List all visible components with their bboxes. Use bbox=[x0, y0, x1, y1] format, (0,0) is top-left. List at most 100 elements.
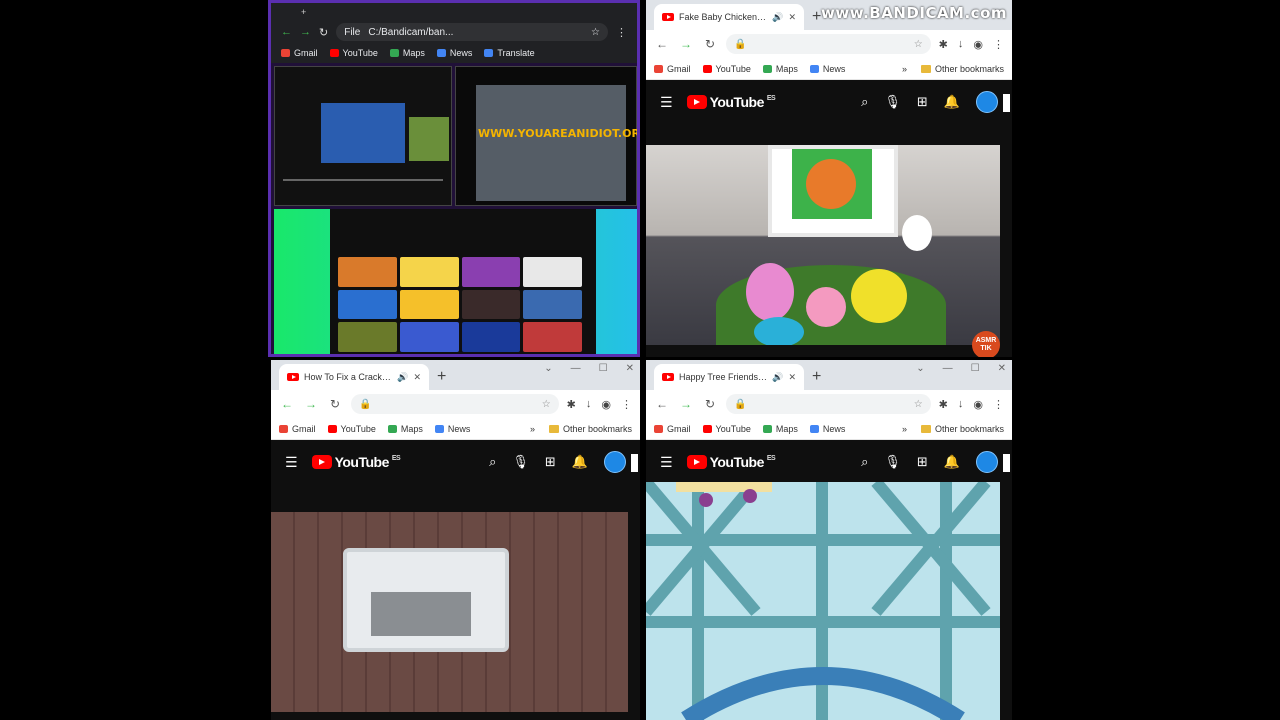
download-icon[interactable]: ↓ bbox=[958, 398, 964, 411]
star-icon[interactable]: ☆ bbox=[914, 399, 923, 410]
profile-icon[interactable]: ◉ bbox=[973, 38, 983, 51]
close-window-icon[interactable]: ✕ bbox=[998, 363, 1006, 374]
bookmark-news[interactable]: News bbox=[436, 48, 472, 58]
close-tab-icon[interactable]: ✕ bbox=[788, 12, 796, 23]
bookmark-youtube[interactable]: YouTube bbox=[702, 64, 751, 74]
other-bookmarks[interactable]: Other bookmarks bbox=[920, 424, 1004, 434]
bookmark-youtube[interactable]: YouTube bbox=[327, 424, 376, 434]
youtube-logo[interactable]: YouTube ES bbox=[686, 454, 776, 470]
mic-icon[interactable]: 🎙 bbox=[884, 454, 901, 470]
menu-icon[interactable]: ⋮ bbox=[993, 398, 1004, 411]
bookmark-gmail[interactable]: Gmail bbox=[281, 48, 318, 58]
reload-icon[interactable]: ↻ bbox=[702, 397, 718, 411]
reload-icon[interactable]: ↻ bbox=[327, 397, 343, 411]
bookmark-news[interactable]: News bbox=[809, 424, 845, 434]
close-tab-icon[interactable]: ✕ bbox=[413, 372, 421, 383]
tab-search-icon[interactable]: ⌄ bbox=[544, 363, 552, 374]
other-bookmarks[interactable]: Other bookmarks bbox=[548, 424, 632, 434]
maximize-icon[interactable]: ☐ bbox=[599, 363, 608, 374]
new-tab-button[interactable]: + bbox=[301, 7, 306, 17]
bookmark-maps[interactable]: Maps bbox=[762, 64, 798, 74]
bookmark-news[interactable]: News bbox=[809, 64, 845, 74]
scrollbar[interactable] bbox=[631, 454, 638, 472]
bell-icon[interactable]: 🔔 bbox=[944, 454, 960, 470]
avatar[interactable] bbox=[604, 451, 626, 473]
star-icon[interactable]: ☆ bbox=[542, 399, 551, 410]
mic-icon[interactable]: 🎙 bbox=[884, 94, 901, 110]
create-icon[interactable]: ⊞ bbox=[545, 454, 556, 470]
create-icon[interactable]: ⊞ bbox=[917, 454, 928, 470]
forward-icon[interactable]: → bbox=[303, 397, 319, 411]
thumbnail[interactable] bbox=[399, 257, 459, 287]
more-bookmarks-icon[interactable]: » bbox=[902, 424, 907, 434]
thumbnail[interactable] bbox=[399, 289, 459, 320]
scrollbar[interactable] bbox=[1003, 94, 1010, 112]
scrollbar[interactable] bbox=[1003, 454, 1010, 472]
browser-tab[interactable]: Happy Tree Friends - One F 🔊 ✕ bbox=[654, 364, 804, 390]
video-player[interactable] bbox=[271, 512, 628, 712]
video-player[interactable] bbox=[646, 482, 1000, 720]
bookmark-maps[interactable]: Maps bbox=[389, 48, 425, 58]
bookmark-gmail[interactable]: Gmail bbox=[654, 424, 691, 434]
progress-bar[interactable] bbox=[283, 179, 443, 181]
bookmark-gmail[interactable]: Gmail bbox=[279, 424, 316, 434]
create-icon[interactable]: ⊞ bbox=[917, 94, 928, 110]
youtube-logo[interactable]: YouTube ES bbox=[311, 454, 401, 470]
reload-icon[interactable]: ↻ bbox=[702, 37, 718, 51]
menu-icon[interactable]: ⋮ bbox=[616, 26, 627, 39]
thumbnail[interactable] bbox=[523, 322, 582, 352]
back-icon[interactable]: ← bbox=[279, 397, 295, 411]
bookmark-translate[interactable]: Translate bbox=[484, 48, 535, 58]
bookmark-youtube[interactable]: YouTube bbox=[329, 48, 378, 58]
bookmark-youtube[interactable]: YouTube bbox=[702, 424, 751, 434]
download-icon[interactable]: ↓ bbox=[586, 398, 592, 411]
star-icon[interactable]: ☆ bbox=[591, 27, 600, 38]
extensions-icon[interactable]: ✱ bbox=[567, 398, 576, 411]
search-icon[interactable]: ⌕ bbox=[861, 454, 868, 470]
search-icon[interactable]: ⌕ bbox=[489, 454, 496, 470]
address-bar[interactable]: 🔒 ☆ bbox=[351, 394, 559, 414]
more-bookmarks-icon[interactable]: » bbox=[530, 424, 535, 434]
other-bookmarks[interactable]: Other bookmarks bbox=[920, 64, 1004, 74]
thumbnail[interactable] bbox=[523, 257, 582, 287]
speaker-icon[interactable]: 🔊 bbox=[772, 12, 783, 23]
download-icon[interactable]: ↓ bbox=[958, 38, 964, 51]
extensions-icon[interactable]: ✱ bbox=[939, 38, 948, 51]
youtube-logo[interactable]: YouTube ES bbox=[686, 94, 776, 110]
new-tab-button[interactable]: + bbox=[812, 364, 821, 390]
more-bookmarks-icon[interactable]: » bbox=[902, 64, 907, 74]
speaker-icon[interactable]: 🔊 bbox=[772, 372, 783, 383]
bookmark-maps[interactable]: Maps bbox=[387, 424, 423, 434]
address-bar[interactable]: 🔒 ☆ bbox=[726, 394, 931, 414]
bookmark-maps[interactable]: Maps bbox=[762, 424, 798, 434]
star-icon[interactable]: ☆ bbox=[914, 39, 923, 50]
hamburger-icon[interactable]: ☰ bbox=[285, 454, 298, 471]
thumbnail[interactable] bbox=[338, 322, 397, 352]
back-icon[interactable]: ← bbox=[654, 37, 670, 51]
profile-icon[interactable]: ◉ bbox=[973, 398, 983, 411]
bell-icon[interactable]: 🔔 bbox=[572, 454, 588, 470]
channel-badge[interactable]: ASMR TIK bbox=[972, 331, 1000, 357]
search-icon[interactable]: ⌕ bbox=[861, 94, 868, 110]
menu-icon[interactable]: ⋮ bbox=[993, 38, 1004, 51]
mic-icon[interactable]: 🎙 bbox=[512, 454, 529, 470]
thumbnail[interactable] bbox=[338, 289, 397, 320]
new-tab-button[interactable]: + bbox=[437, 364, 446, 390]
minimize-icon[interactable]: — bbox=[943, 363, 953, 374]
bell-icon[interactable]: 🔔 bbox=[944, 94, 960, 110]
close-tab-icon[interactable]: ✕ bbox=[788, 372, 796, 383]
thumbnail[interactable] bbox=[523, 289, 582, 320]
profile-icon[interactable]: ◉ bbox=[601, 398, 611, 411]
thumbnail[interactable] bbox=[338, 257, 397, 287]
thumbnail[interactable] bbox=[399, 322, 459, 352]
forward-icon[interactable]: → bbox=[678, 37, 694, 51]
back-icon[interactable]: ← bbox=[654, 397, 670, 411]
address-bar[interactable]: 🔒 ☆ bbox=[726, 34, 931, 54]
bookmark-news[interactable]: News bbox=[434, 424, 470, 434]
bookmark-gmail[interactable]: Gmail bbox=[654, 64, 691, 74]
maximize-icon[interactable]: ☐ bbox=[971, 363, 980, 374]
address-bar[interactable]: File C:/Bandicam/ban... ☆ bbox=[336, 23, 608, 41]
tab-search-icon[interactable]: ⌄ bbox=[916, 363, 924, 374]
hamburger-icon[interactable]: ☰ bbox=[660, 454, 673, 471]
thumbnail[interactable] bbox=[461, 322, 521, 352]
